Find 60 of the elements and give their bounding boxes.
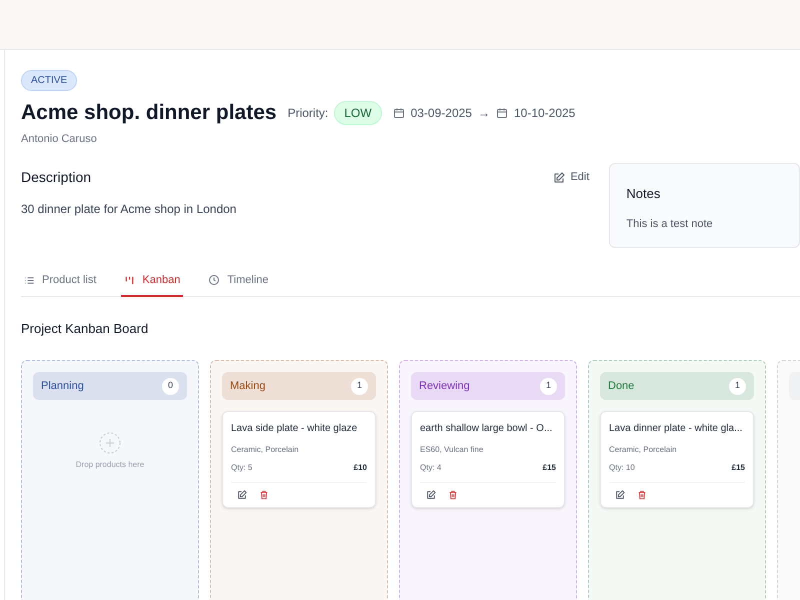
plus-icon [99, 432, 121, 454]
count-badge: 0 [162, 378, 179, 394]
column-title: Planning [41, 378, 84, 394]
edit-button[interactable] [615, 490, 625, 500]
tab[interactable]: Product list [21, 272, 100, 296]
edit-button[interactable] [426, 490, 436, 500]
project-title: Acme shop. dinner plates [21, 100, 277, 126]
delete-button[interactable] [637, 490, 647, 500]
arrow-text: → [478, 104, 490, 122]
notes-heading: Notes [626, 185, 662, 203]
owner-name: Antonio Caruso [21, 132, 98, 146]
edit-button[interactable] [237, 490, 247, 500]
count-badge: 1 [540, 378, 557, 394]
trash-icon [448, 490, 458, 500]
column-title: Reviewing [419, 378, 470, 394]
clock-icon [208, 274, 220, 286]
trash-icon [259, 490, 269, 500]
column-title: Done [608, 378, 634, 394]
tab[interactable]: Timeline [205, 272, 272, 296]
delete-button[interactable] [259, 490, 269, 500]
product-quantity: Qty: 10 [609, 462, 635, 474]
product-name: Lava side plate - white glaze [231, 422, 358, 436]
edit-icon [426, 490, 436, 500]
product-quantity: Qty: 5 [231, 462, 252, 474]
trash-icon [637, 490, 647, 500]
description-text: 30 dinner plate for Acme shop in London [21, 201, 238, 218]
delete-button[interactable] [448, 490, 458, 500]
calendar-icon [496, 106, 508, 119]
product-quantity: Qty: 4 [420, 462, 442, 474]
list-icon [24, 274, 35, 286]
count-badge: 1 [351, 378, 368, 394]
priority-label: Priority: [288, 104, 328, 122]
edit-icon [615, 490, 625, 500]
priority-badge: LOW [334, 100, 382, 125]
product-price: £15 [732, 462, 745, 474]
product-materials: Ceramic, Porcelain [609, 444, 678, 456]
product-name: earth shallow large bowl - O... [420, 422, 554, 436]
kanban-icon [124, 274, 136, 286]
product-card[interactable]: Lava side plate - white glaze Ceramic, Porcelain Qty: 5 £10 [222, 411, 376, 508]
edit-icon [553, 172, 566, 184]
calendar-icon [392, 106, 405, 119]
start-date: 03-09-2025 [410, 104, 472, 122]
end-date: 10-10-2025 [514, 104, 576, 122]
column-title: Making [230, 378, 266, 394]
drop-hint: Drop products here [76, 459, 144, 471]
notes-text: This is a test note [626, 216, 714, 232]
product-name: Lava dinner plate - white gla... [609, 422, 744, 436]
description-heading: Description [21, 168, 92, 187]
status-badge: ACTIVE [21, 70, 78, 91]
product-materials: Ceramic, Porcelain [231, 444, 300, 456]
count-badge: 1 [729, 378, 746, 394]
board-title: Project Kanban Board [21, 320, 150, 338]
product-price: £10 [354, 462, 367, 474]
edit-icon [237, 490, 247, 500]
edit-button[interactable]: Edit [553, 169, 590, 186]
product-materials: ES60, Vulcan fine [420, 444, 484, 456]
product-card[interactable]: Lava dinner plate - white gla... Ceramic, Porcelain Qty: 10 £15 [600, 411, 754, 508]
product-card[interactable]: earth shallow large bowl - O... ES60, Vulcan fine Qty: 4 £15 [411, 411, 565, 508]
product-price: £15 [542, 462, 556, 474]
tab[interactable]: Kanban [121, 272, 184, 296]
